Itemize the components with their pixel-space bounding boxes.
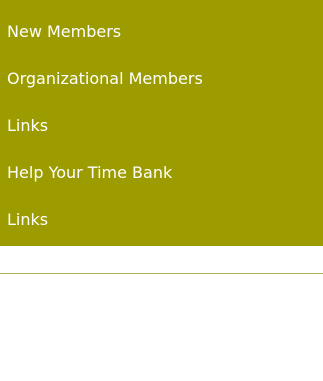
sidebar-nav-panel: New Members Organizational Members Links… [0, 0, 323, 246]
nav-link-organizational-members[interactable]: Organizational Members [7, 69, 203, 89]
nav-link-help-your-time-bank[interactable]: Help Your Time Bank [7, 163, 172, 183]
nav-link-new-members[interactable]: New Members [7, 22, 121, 42]
nav-link-links-2[interactable]: Links [7, 210, 48, 230]
nav-link-links[interactable]: Links [7, 116, 48, 136]
horizontal-divider [0, 273, 323, 274]
